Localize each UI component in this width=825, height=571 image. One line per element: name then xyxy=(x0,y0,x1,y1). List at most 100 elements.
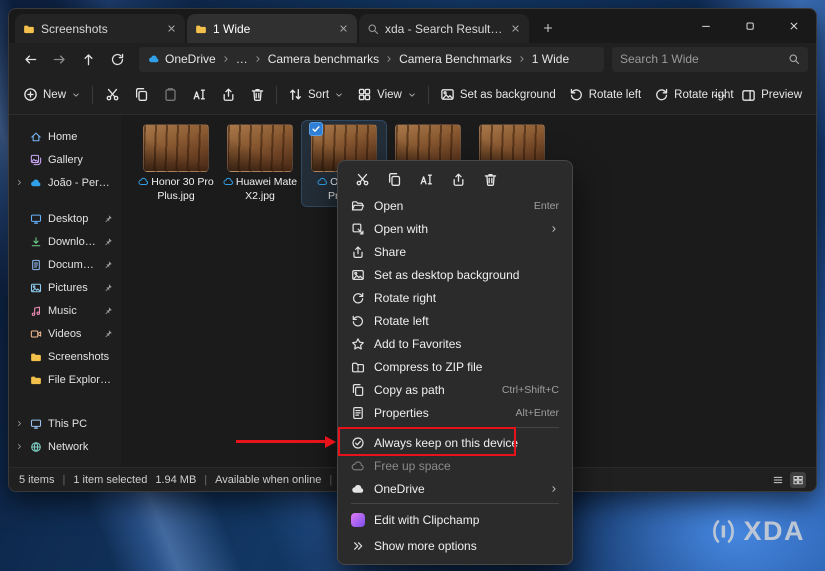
close-button[interactable] xyxy=(772,9,816,43)
menu-item-label: OneDrive xyxy=(374,482,540,496)
file-thumbnail[interactable] xyxy=(227,124,293,172)
expand-chevron-icon[interactable] xyxy=(15,442,24,451)
sidebar-item-this-pc[interactable]: This PC xyxy=(9,412,121,435)
sidebar-item-downloads[interactable]: Downloads xyxy=(9,230,121,253)
cut-icon xyxy=(105,87,120,102)
menu-item-always-keep-on-this-device[interactable]: Always keep on this device xyxy=(343,431,567,454)
menu-item-share[interactable]: Share xyxy=(343,240,567,263)
back-button[interactable] xyxy=(17,46,44,72)
expand-chevron-icon[interactable] xyxy=(15,178,24,187)
menu-item-set-as-desktop-background[interactable]: Set as desktop background xyxy=(343,263,567,286)
sidebar-item-onedrive-personal[interactable]: João - Personal xyxy=(9,171,121,194)
menu-item-rotate-right[interactable]: Rotate right xyxy=(343,286,567,309)
breadcrumb-item[interactable]: Camera Benchmarks xyxy=(399,52,512,66)
sidebar-item-label: João - Personal xyxy=(48,177,115,189)
menu-item-edit-with-clipchamp[interactable]: Edit with Clipchamp xyxy=(343,507,567,533)
menu-item-label: Open with xyxy=(374,222,540,236)
sidebar-item-file-explorer-gui[interactable]: File Explorer gui xyxy=(9,368,121,391)
file-thumbnail[interactable] xyxy=(143,124,209,172)
rename-icon[interactable] xyxy=(419,172,434,187)
copy-icon[interactable] xyxy=(387,172,402,187)
minimize-button[interactable] xyxy=(684,9,728,43)
onedrive-icon xyxy=(30,177,42,189)
menu-item-show-more-options[interactable]: Show more options xyxy=(343,533,567,559)
new-button[interactable]: New xyxy=(17,81,87,109)
more-commands-button[interactable] xyxy=(705,81,733,109)
details-view-button[interactable] xyxy=(770,472,786,488)
sort-label: Sort xyxy=(308,89,329,101)
thumbnails-view-icon xyxy=(792,474,804,486)
cloud-status-icon xyxy=(223,176,234,187)
delete-button[interactable] xyxy=(243,81,271,109)
chevron-right-icon xyxy=(221,54,231,64)
tab-xda-search[interactable]: xda - Search Results in Home xyxy=(359,14,529,43)
sidebar-item-network[interactable]: Network xyxy=(9,435,121,458)
sidebar-item-desktop[interactable]: Desktop xyxy=(9,207,121,230)
breadcrumb-ellipsis[interactable]: … xyxy=(236,52,248,66)
sidebar-item-pictures[interactable]: Pictures xyxy=(9,276,121,299)
up-button[interactable] xyxy=(75,46,102,72)
view-button[interactable]: View xyxy=(351,81,423,109)
forward-button[interactable] xyxy=(46,46,73,72)
menu-item-rotate-left[interactable]: Rotate left xyxy=(343,309,567,332)
close-tab-icon[interactable] xyxy=(338,23,349,34)
close-tab-icon[interactable] xyxy=(166,23,177,34)
sidebar-item-videos[interactable]: Videos xyxy=(9,322,121,345)
sidebar-item-gallery[interactable]: Gallery xyxy=(9,148,121,171)
preview-toggle[interactable]: Preview xyxy=(735,81,808,109)
menu-item-onedrive[interactable]: OneDrive xyxy=(343,477,567,500)
breadcrumb-item[interactable]: Camera benchmarks xyxy=(268,52,379,66)
sidebar-item-label: Screenshots xyxy=(48,351,115,363)
file-item[interactable]: Huawei Mate X2.jpg xyxy=(218,121,302,206)
context-menu-quick-actions xyxy=(343,166,567,194)
sidebar-item-home[interactable]: Home xyxy=(9,125,121,148)
toolbar-separator xyxy=(276,86,277,104)
rotate-left-icon xyxy=(351,314,365,328)
trash-icon[interactable] xyxy=(483,172,498,187)
this-pc-icon xyxy=(30,418,42,430)
breadcrumb[interactable]: OneDrive … Camera benchmarks Camera Benc… xyxy=(139,47,604,72)
sidebar-item-documents[interactable]: Documents xyxy=(9,253,121,276)
sidebar-item-screenshots[interactable]: Screenshots xyxy=(9,345,121,368)
menu-item-properties[interactable]: Properties Alt+Enter xyxy=(343,401,567,424)
menu-item-open-with[interactable]: Open with xyxy=(343,217,567,240)
cut-button[interactable] xyxy=(98,81,126,109)
menu-separator xyxy=(351,427,559,428)
copy-button[interactable] xyxy=(127,81,155,109)
breadcrumb-item-current[interactable]: 1 Wide xyxy=(532,52,569,66)
search-box[interactable] xyxy=(612,47,808,72)
menu-item-copy-as-path[interactable]: Copy as path Ctrl+Shift+C xyxy=(343,378,567,401)
rename-button[interactable] xyxy=(185,81,213,109)
plus-icon xyxy=(542,22,554,34)
maximize-button[interactable] xyxy=(728,9,772,43)
chevron-down-icon xyxy=(334,90,344,100)
set-as-background-button[interactable]: Set as background xyxy=(434,81,562,109)
selection-checkbox[interactable] xyxy=(309,122,323,136)
tab-screenshots[interactable]: Screenshots xyxy=(15,14,185,43)
menu-item-add-to-favorites[interactable]: Add to Favorites xyxy=(343,332,567,355)
menu-item-open[interactable]: Open Enter xyxy=(343,194,567,217)
file-item[interactable]: Honor 30 Pro Plus.jpg xyxy=(134,121,218,206)
refresh-button[interactable] xyxy=(104,46,131,72)
expand-chevron-icon[interactable] xyxy=(15,419,24,428)
sidebar-item-music[interactable]: Music xyxy=(9,299,121,322)
search-input[interactable] xyxy=(620,52,782,66)
paste-button[interactable] xyxy=(156,81,184,109)
share-button[interactable] xyxy=(214,81,242,109)
share-icon[interactable] xyxy=(451,172,466,187)
new-tab-button[interactable] xyxy=(535,15,561,41)
close-tab-icon[interactable] xyxy=(510,23,521,34)
thumbnails-view-button[interactable] xyxy=(790,472,806,488)
copy-path-icon xyxy=(351,383,365,397)
sort-button[interactable]: Sort xyxy=(282,81,350,109)
folder-icon xyxy=(30,374,42,386)
menu-item-label: Rotate left xyxy=(374,314,559,328)
search-icon xyxy=(367,23,379,35)
menu-item-compress-to-zip[interactable]: Compress to ZIP file xyxy=(343,355,567,378)
cut-icon[interactable] xyxy=(355,172,370,187)
list-view-icon xyxy=(772,474,784,486)
breadcrumb-root[interactable]: OneDrive xyxy=(165,52,216,66)
context-menu: Open Enter Open with Share Set as deskto… xyxy=(337,160,573,565)
rotate-left-button[interactable]: Rotate left xyxy=(563,81,647,109)
tab-1-wide[interactable]: 1 Wide xyxy=(187,14,357,43)
